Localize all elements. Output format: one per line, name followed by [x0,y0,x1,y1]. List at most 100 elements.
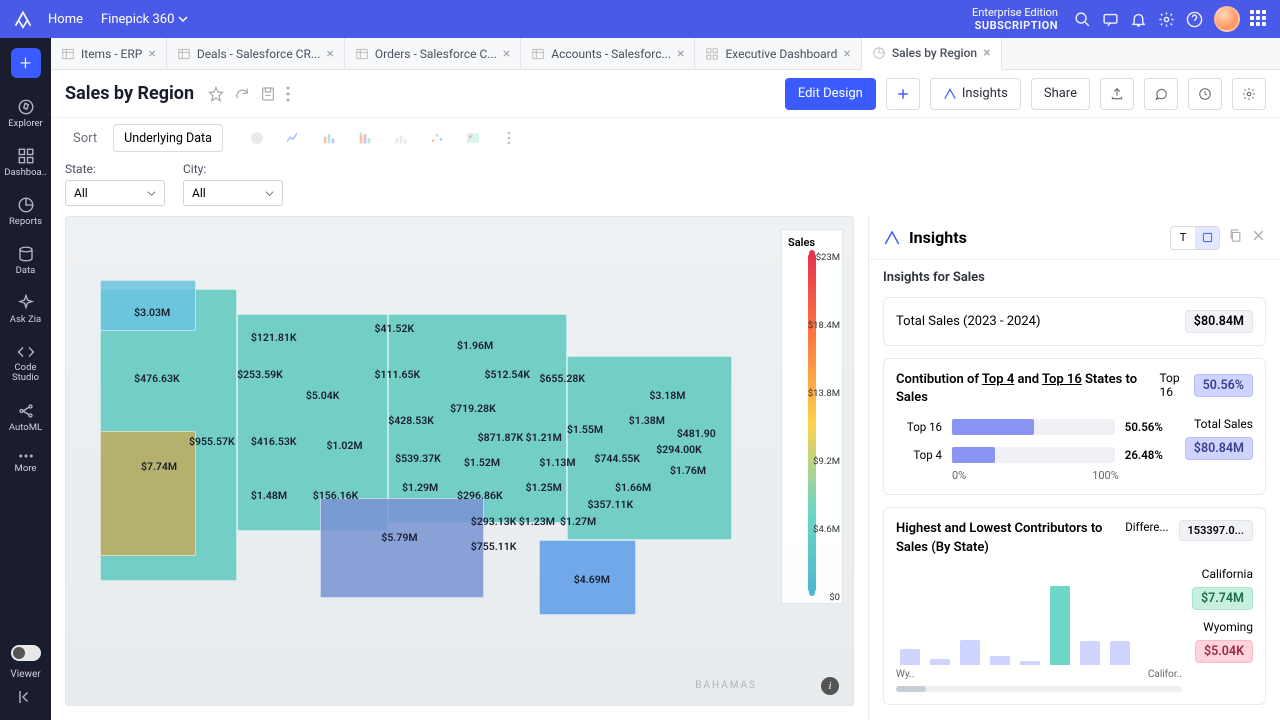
nav-ask-zia[interactable]: Ask Zia [0,288,51,331]
comment-icon[interactable] [1144,78,1178,110]
scatter-chart-icon[interactable] [423,124,451,152]
nav-explorer[interactable]: Explorer [0,92,51,135]
collapse-nav-icon[interactable] [17,688,35,710]
gear-icon[interactable] [1152,5,1180,33]
legend-tick: $4.6M [813,524,840,535]
chart-toolbar: Sort Underlying Data [51,118,1280,158]
filter-bar: State: All City: All [51,158,1280,216]
sort-button[interactable]: Sort [65,127,105,150]
copy-insights-icon[interactable] [1228,228,1243,247]
bell-icon[interactable] [1124,5,1152,33]
chat-icon[interactable] [1096,5,1124,33]
pie-chart-icon[interactable] [243,124,271,152]
close-icon[interactable]: × [503,46,510,62]
tab[interactable]: Executive Dashboard × [695,38,861,69]
close-insights-icon[interactable] [1251,228,1266,247]
legend-tick: $9.2M [813,456,840,467]
app-logo-icon[interactable] [12,8,34,30]
underlying-data-button[interactable]: Underlying Data [113,124,223,152]
apps-grid-icon[interactable] [1250,10,1268,28]
stacked-bar-icon[interactable] [351,124,379,152]
tab-label: Items - ERP [81,47,142,61]
avatar[interactable] [1214,6,1240,32]
legend-tick: $0 [829,592,840,603]
tab[interactable]: Orders - Salesforce C...× [345,38,521,69]
product-name: Finepick 360 [101,12,174,27]
legend-tick: $13.8M [808,388,840,399]
nav-code-studio[interactable]: Code Studio [0,337,51,390]
tab[interactable]: Items - ERP × [51,38,167,69]
search-icon[interactable] [1068,5,1096,33]
insights-button[interactable]: Insights [930,78,1021,110]
insights-icon [883,229,901,247]
alert-icon[interactable] [1188,78,1222,110]
bar-label: Top 4 [896,448,942,462]
refresh-icon[interactable] [234,86,250,102]
bar-label: Top 16 [896,420,942,434]
insights-title: Insights [909,228,1162,247]
bar-chart-icon[interactable] [315,124,343,152]
export-icon[interactable] [1100,78,1134,110]
viewer-toggle[interactable] [11,645,41,661]
chart-more-icon[interactable] [495,124,523,152]
total-sales-label: Total Sales (2023 - 2024) [896,314,1041,329]
map-chart-icon[interactable] [459,124,487,152]
mini-bar [1050,586,1070,665]
settings-icon[interactable] [1232,78,1266,110]
card-view-icon[interactable] [1195,227,1219,249]
nav-reports[interactable]: Reports [0,190,51,233]
text-view-icon[interactable]: T [1171,227,1195,249]
nav-data[interactable]: Data [0,239,51,282]
page-title: Sales by Region [65,83,194,104]
map-info-icon[interactable]: i [821,677,839,695]
tab-type-icon [177,47,191,61]
nav-more[interactable]: More [0,445,51,480]
city-filter-select[interactable]: All [183,180,283,206]
close-icon[interactable]: × [326,46,333,62]
tab-label: Executive Dashboard [725,47,837,61]
tab[interactable]: Sales by Region× [862,38,1002,70]
state-filter-label: State: [65,162,165,176]
contribution-title: Contibution of Top 4 and Top 16 States t… [896,371,1149,407]
tab-label: Accounts - Salesforc... [551,47,671,61]
state-filter-select[interactable]: All [65,180,165,206]
star-icon[interactable] [208,86,224,102]
topbar: Home Finepick 360 Enterprise Edition SUB… [0,0,1280,38]
top16-badge: 50.56% [1194,374,1253,397]
more-icon[interactable] [286,86,290,102]
nav-dashboards[interactable]: Dashboa.. [0,141,51,184]
mini-scrollbar[interactable] [896,686,1182,692]
close-icon[interactable]: × [983,45,990,61]
close-icon[interactable]: × [677,46,684,62]
tab-label: Deals - Salesforce CR... [197,47,321,61]
add-button[interactable]: + [11,48,41,78]
insight-view-toggle[interactable]: T [1170,226,1220,250]
save-view-icon[interactable] [260,86,276,102]
home-link[interactable]: Home [48,12,83,27]
bar-track [952,447,1115,463]
edition-info: Enterprise Edition SUBSCRIPTION [972,6,1058,32]
product-switcher[interactable]: Finepick 360 [101,12,188,27]
edit-design-button[interactable]: Edit Design [785,78,876,110]
mini-bar [900,649,920,665]
map-chart[interactable]: $3.03M$121.81K$41.52K$1.96M$476.63K$253.… [65,216,854,706]
add-element-button[interactable] [886,78,920,110]
line-chart-icon[interactable] [279,124,307,152]
nav-automl[interactable]: AutoML [0,396,51,439]
contribution-card: Contibution of Top 4 and Top 16 States t… [883,358,1266,495]
viewer-label: Viewer [10,669,40,680]
help-icon[interactable] [1180,5,1208,33]
mini-bar [990,656,1010,665]
close-icon[interactable]: × [148,46,155,62]
bar-value: 26.48% [1125,448,1175,462]
tab[interactable]: Deals - Salesforce CR... × [167,38,345,69]
tab-type-icon [355,47,369,61]
tab[interactable]: Accounts - Salesforc... × [521,38,695,69]
color-legend: Sales $23M$18.4M$13.8M$9.2M$4.6M$0 [781,229,843,604]
report-header: Sales by Region Edit Design Insights Sha… [51,70,1280,118]
column-chart-icon[interactable] [387,124,415,152]
tab-type-icon [705,47,719,61]
share-button[interactable]: Share [1031,78,1090,110]
close-icon[interactable]: × [843,46,850,62]
tab-bar: Items - ERP×Deals - Salesforce CR...×Ord… [51,38,1280,70]
